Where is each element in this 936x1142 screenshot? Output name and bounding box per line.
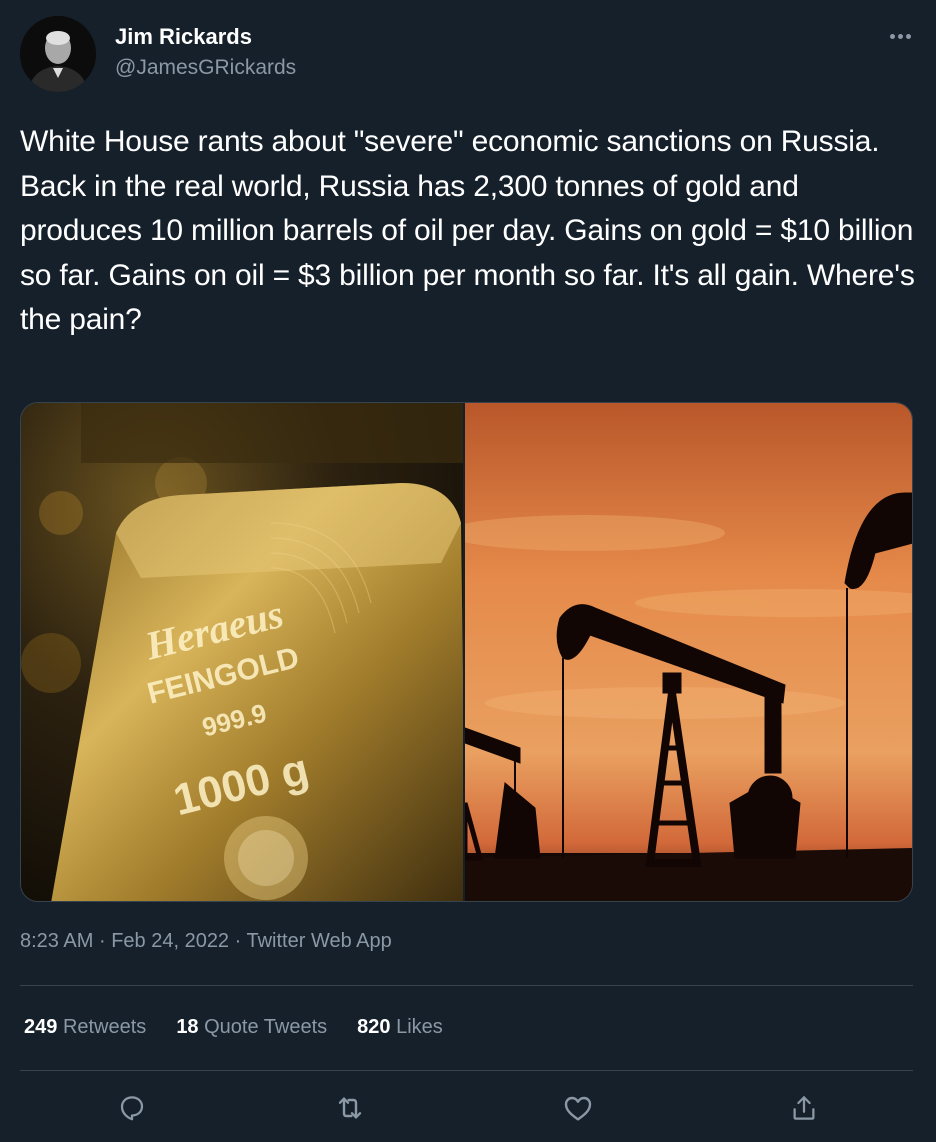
tweet-stats: 249 Retweets 18 Quote Tweets 820 Likes	[24, 1016, 443, 1039]
likes-stat[interactable]: 820 Likes	[357, 1016, 443, 1039]
divider	[20, 985, 913, 986]
like-icon[interactable]	[558, 1088, 598, 1128]
tweet-time[interactable]: 8:23 AM	[20, 930, 93, 952]
likes-count: 820	[357, 1016, 391, 1038]
quotes-stat[interactable]: 18 Quote Tweets	[176, 1016, 327, 1039]
meta-separator: ·	[98, 930, 106, 952]
retweet-icon[interactable]	[330, 1088, 370, 1128]
reply-icon[interactable]	[112, 1088, 152, 1128]
retweets-count: 249	[24, 1016, 58, 1038]
likes-label: Likes	[396, 1016, 443, 1038]
retweets-stat[interactable]: 249 Retweets	[24, 1016, 146, 1039]
tweet-text: White House rants about "severe" economi…	[20, 125, 915, 336]
oil-pump-image[interactable]	[465, 403, 912, 901]
more-icon[interactable]	[880, 18, 920, 54]
avatar[interactable]	[20, 16, 96, 92]
meta-separator: ·	[234, 930, 242, 952]
tweet-source[interactable]: Twitter Web App	[247, 930, 392, 952]
action-bar	[0, 1088, 936, 1128]
share-icon[interactable]	[784, 1088, 824, 1128]
retweets-label: Retweets	[62, 1016, 147, 1038]
tweet-date[interactable]: Feb 24, 2022	[111, 930, 229, 952]
quotes-count: 18	[176, 1016, 199, 1038]
divider	[20, 1070, 913, 1071]
quotes-label: Quote Tweets	[204, 1016, 328, 1038]
tweet-meta: 8:23 AM · Feb 24, 2022 · Twitter Web App	[20, 930, 392, 953]
tweet-media[interactable]: Heraeus FEINGOLD 999.9 1000 g	[20, 402, 913, 902]
author-handle[interactable]: @JamesGRickards	[115, 56, 296, 80]
gold-bar-image[interactable]: Heraeus FEINGOLD 999.9 1000 g	[21, 403, 465, 901]
author-display-name[interactable]: Jim Rickards	[115, 24, 252, 50]
